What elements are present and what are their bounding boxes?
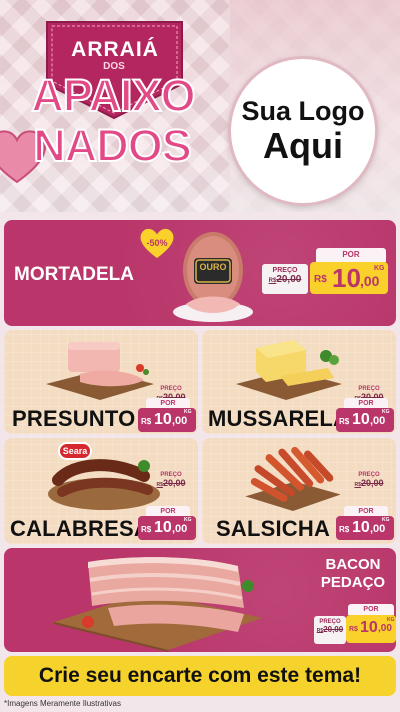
product-card-salsicha: PREÇO R$20,00 SALSICHA POR R$ 10 ,00 KG	[202, 438, 396, 544]
old-price-label: PREÇO	[272, 267, 298, 274]
price-tag: PREÇO R$20,00	[144, 470, 198, 510]
product-card-mortadela: MORTADELA -50% OURO PREÇO R$20,00 POR R$…	[4, 220, 396, 326]
product-name: MORTADELA	[14, 264, 134, 285]
event-logo-line4: NADOS	[32, 119, 193, 172]
bacon-image	[54, 557, 262, 652]
product-card-presunto: PREÇO R$20,00 PRESUNTO POR R$ 10 ,00 KG	[4, 330, 198, 434]
new-price-tag: POR R$ 10 ,00 KG	[336, 398, 394, 432]
store-logo-line2: Aqui	[263, 125, 343, 166]
event-logo-line1: ARRAIÁ	[71, 38, 159, 61]
price-integer: 10	[154, 411, 172, 428]
price-decimal: ,00	[172, 415, 188, 427]
store-logo-line1: Sua Logo	[241, 96, 365, 126]
price-decimal: ,00	[370, 415, 386, 427]
brand-label: Seara	[62, 446, 88, 456]
unit: KG	[382, 409, 390, 415]
salsicha-image	[245, 446, 341, 511]
store-logo-placeholder: Sua Logo Aqui	[228, 56, 378, 206]
currency: R$	[349, 626, 358, 633]
price-decimal: ,00	[378, 623, 392, 634]
new-price-tag: POR R$ 10 ,00 KG	[138, 506, 196, 540]
product-card-calabresa: Seara PREÇO R$20,00 CALABRESA POR R$ 10 …	[4, 438, 198, 544]
unit: KG	[184, 517, 192, 523]
product-name-line2: PEDAÇO	[320, 574, 386, 591]
old-price: R$20,00	[268, 274, 302, 285]
price-integer: 10	[352, 519, 370, 536]
new-price-box: R$ 10 ,00 KG	[346, 615, 396, 643]
new-price-tag: POR R$ 10 ,00 KG	[138, 398, 196, 432]
new-price-box: R$ 10 ,00 KG	[310, 262, 388, 294]
old-price: R$20,00	[316, 625, 344, 634]
old-price: R$20,00	[156, 478, 186, 488]
cta-banner[interactable]: Crie seu encarte com este tema!	[4, 656, 396, 696]
price-integer: 10	[360, 619, 378, 636]
brand-label: OURO	[199, 262, 227, 272]
currency: R$	[339, 417, 350, 426]
old-price-box: PREÇO R$20,00	[346, 472, 392, 488]
old-price-box: PREÇO R$20,00	[148, 472, 194, 488]
currency: R$	[339, 525, 350, 534]
mussarela-image	[236, 340, 342, 400]
unit: KG	[382, 517, 390, 523]
product-name-line1: BACON	[325, 556, 381, 573]
currency: R$	[314, 274, 327, 285]
price-integer: 10	[154, 519, 172, 536]
unit: KG	[387, 617, 395, 623]
por-label: POR	[316, 248, 386, 262]
mortadela-image	[173, 232, 253, 322]
product-name: MUSSARELA	[208, 406, 350, 431]
old-price: R$20,00	[354, 478, 384, 488]
old-price-box: PREÇO R$20,00	[262, 264, 308, 294]
unit: KG	[374, 265, 385, 272]
new-price-box: R$ 10 ,00 KG	[138, 516, 196, 540]
new-price-box: R$ 10 ,00 KG	[336, 516, 394, 540]
price-tag: PREÇO R$20,00 POR R$ 10 ,00 KG	[262, 248, 390, 294]
new-price-box: R$ 10 ,00 KG	[138, 408, 196, 432]
product-name: CALABRESA	[10, 516, 150, 541]
price-integer: 10	[332, 263, 361, 293]
event-logo-line3: APAIXO	[30, 69, 196, 122]
footnote: *Imagens Meramente Ilustrativas	[4, 699, 121, 708]
event-logo: ARRAIÁ DOS APAIXO NADOS	[12, 14, 212, 189]
presunto-image	[46, 342, 154, 400]
new-price-box: R$ 10 ,00 KG	[336, 408, 394, 432]
por-label: POR	[348, 604, 394, 615]
product-card-bacon: BACON PEDAÇO POR PREÇO R$20,00 R$ 10 ,00…	[4, 548, 396, 652]
cta-text: Crie seu encarte com este tema!	[38, 664, 362, 687]
price-tag: PREÇO R$20,00	[342, 470, 396, 510]
price-tag: POR PREÇO R$20,00 R$ 10 ,00 KG	[314, 604, 396, 648]
unit: KG	[184, 409, 192, 415]
currency: R$	[141, 525, 152, 534]
price-decimal: ,00	[370, 523, 386, 535]
product-card-mussarela: PREÇO R$20,00 MUSSARELA POR R$ 10 ,00 KG	[202, 330, 396, 434]
price-decimal: ,00	[172, 523, 188, 535]
price-decimal: ,00	[360, 273, 380, 289]
header-banner: ARRAIÁ DOS APAIXO NADOS Sua Logo Aqui	[0, 0, 400, 212]
currency: R$	[141, 417, 152, 426]
old-price-box: PREÇO R$20,00	[314, 616, 346, 644]
new-price-tag: POR R$ 10 ,00 KG	[336, 506, 394, 540]
product-name: PRESUNTO	[12, 406, 136, 431]
brand-badge: Seara	[58, 442, 92, 460]
product-name: SALSICHA	[216, 516, 331, 541]
price-integer: 10	[352, 411, 370, 428]
